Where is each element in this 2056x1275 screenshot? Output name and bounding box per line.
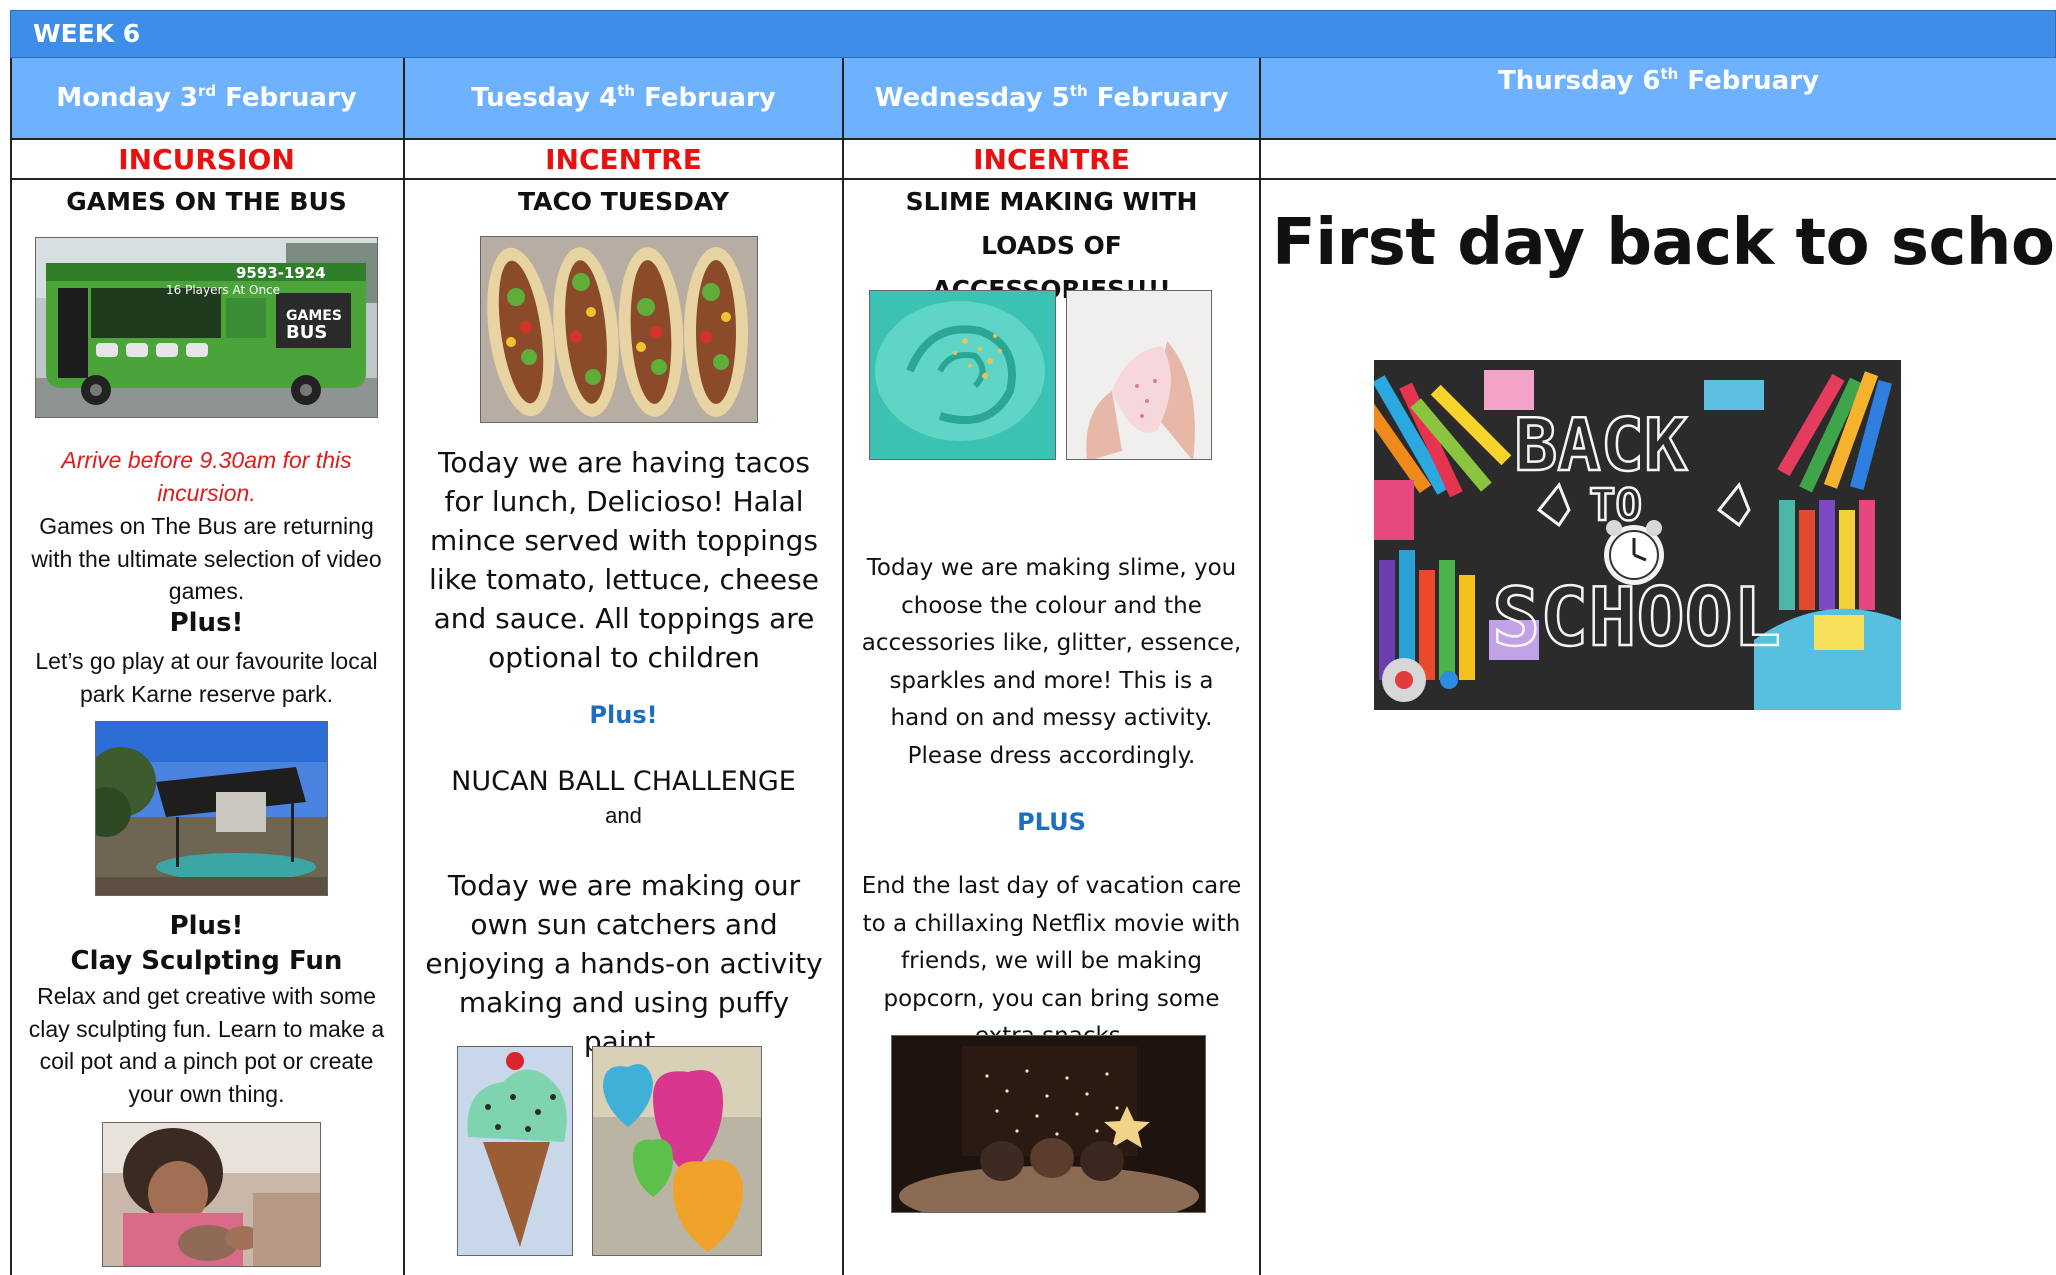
big-announcement: First day back to school: [1272, 206, 2056, 280]
activity-title: GAMES ON THE BUS: [66, 187, 347, 216]
day-name: Monday 3: [56, 83, 198, 113]
day-header-tuesday: Tuesday 4th February: [405, 58, 842, 138]
day-name: Tuesday 4: [471, 83, 618, 113]
day-month: February: [1087, 83, 1229, 113]
chalk-text: SCHOOL: [1492, 571, 1781, 664]
games-bus-photo: 9593-1924 16 Players At Once GAMES BUS: [35, 237, 378, 418]
day-header-thursday: Thursday 6th February: [1261, 58, 2056, 138]
activity-type-label: INCENTRE: [973, 143, 1130, 176]
activity-title: TACO TUESDAY: [517, 187, 729, 216]
back-to-school-image: BACK TO SCHOOL: [1374, 360, 1901, 710]
and-connector: and: [605, 803, 642, 828]
activity-description: Games on The Bus are returning with the …: [31, 513, 382, 604]
activity-type-label: INCENTRE: [545, 143, 702, 176]
day-header-wednesday: Wednesday 5th February: [844, 58, 1259, 138]
suncatcher-photo: [592, 1046, 762, 1256]
bus-logo-text: BUS: [286, 322, 327, 343]
week-label: WEEK 6: [33, 19, 141, 48]
slime-photo-1: [869, 290, 1056, 460]
activity-type-label: INCURSION: [118, 143, 295, 176]
bus-tagline-text: 16 Players At Once: [166, 283, 280, 297]
arrival-note: Arrive before 9.30am for this incursion.: [61, 447, 352, 506]
day-ordinal: rd: [197, 82, 217, 100]
day-ordinal: th: [617, 82, 636, 100]
movie-description: End the last day of vacation care to a c…: [861, 873, 1242, 1049]
movie-night-photo: [891, 1035, 1206, 1213]
icecream-craft-photo: [457, 1046, 573, 1256]
clay-description: Relax and get creative with some clay sc…: [28, 983, 385, 1107]
day-ordinal: th: [1069, 82, 1088, 100]
activity-timetable: WEEK 6 Monday 3rd February Tuesday 4th F…: [0, 0, 2056, 1275]
slime-photo-2: [1066, 290, 1212, 460]
week-banner: WEEK 6: [10, 10, 2056, 58]
day-ordinal: th: [1660, 65, 1679, 83]
grid-line: [10, 58, 12, 1275]
clay-photo: [102, 1122, 321, 1267]
park-photo: [95, 721, 328, 896]
grid-line: [842, 58, 844, 1275]
day-month: February: [635, 83, 776, 113]
plus-heading: Plus!: [589, 701, 658, 729]
day-name: Wednesday 5: [874, 83, 1070, 113]
activity-description: Today we are making slime, you choose th…: [861, 555, 1242, 769]
day-month: February: [1678, 66, 1819, 96]
challenge-title: NUCAN BALL CHALLENGE: [451, 766, 796, 797]
day-header-monday: Monday 3rd February: [10, 58, 403, 138]
activity-description: Today we are having tacos for lunch, Del…: [429, 446, 819, 674]
tacos-photo: [480, 236, 758, 423]
grid-line: [10, 138, 2056, 140]
plus-heading: PLUS: [1017, 808, 1086, 836]
grid-line: [403, 58, 405, 1275]
bus-phone-text: 9593-1924: [236, 264, 326, 282]
plus-heading: Plus!: [169, 608, 244, 638]
plus-heading: Plus!: [169, 911, 244, 941]
clay-title: Clay Sculpting Fun: [70, 946, 343, 976]
week-grid: Monday 3rd February Tuesday 4th February…: [10, 58, 2056, 1275]
park-description: Let’s go play at our favourite local par…: [35, 648, 378, 707]
chalk-text: BACK: [1514, 403, 1688, 487]
suncatcher-description: Today we are making our own sun catchers…: [425, 869, 823, 1058]
day-name: Thursday 6: [1497, 66, 1661, 96]
day-month: February: [216, 83, 357, 113]
grid-line: [1259, 58, 1261, 1275]
